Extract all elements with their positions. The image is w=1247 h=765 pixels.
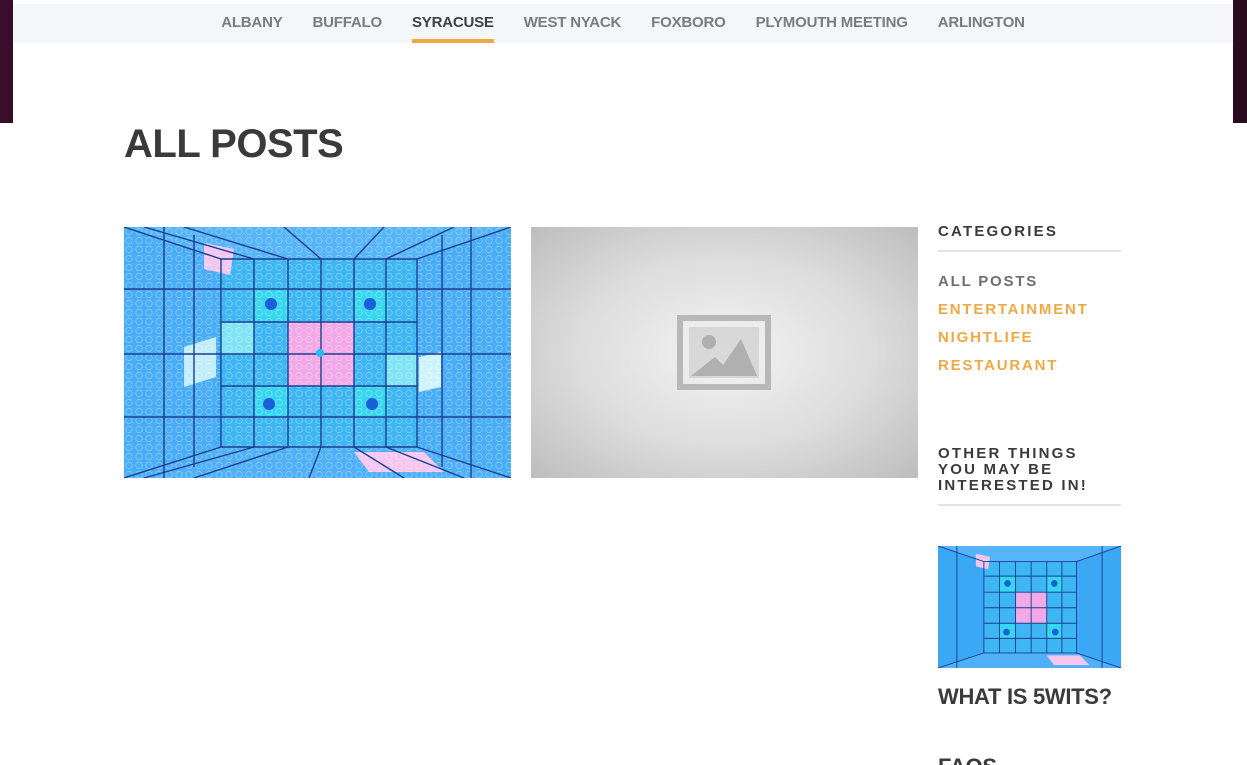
glowing-grid-room-image	[124, 227, 511, 478]
categories-heading: CATEGORIES	[938, 224, 1121, 252]
category-nightlife[interactable]: NIGHTLIFE	[938, 324, 1121, 352]
nav-item-plymouth-meeting[interactable]: PLYMOUTH MEETING	[756, 4, 908, 43]
nav-item-buffalo[interactable]: BUFFALO	[313, 4, 383, 43]
related-post-title-what-is-5wits[interactable]: WHAT IS 5WITS?	[938, 684, 1121, 710]
related-post-title-faqs[interactable]: FAQS	[938, 754, 1121, 765]
nav-item-albany[interactable]: ALBANY	[221, 4, 283, 43]
location-nav: ALBANY BUFFALO SYRACUSE WEST NYACK FOXBO…	[13, 4, 1233, 43]
nav-item-arlington[interactable]: ARLINGTON	[938, 4, 1025, 43]
image-placeholder-icon	[677, 315, 771, 390]
related-heading: OTHER THINGS YOU MAY BE INTERESTED IN!	[938, 446, 1121, 506]
post-card-grid-room[interactable]	[124, 227, 511, 478]
post-card-placeholder[interactable]	[531, 227, 918, 478]
nav-item-west-nyack[interactable]: WEST NYACK	[524, 4, 622, 43]
category-restaurant[interactable]: RESTAURANT	[938, 352, 1121, 380]
category-list: ALL POSTS ENTERTAINMENT NIGHTLIFE RESTAU…	[938, 268, 1121, 380]
category-entertainment[interactable]: ENTERTAINMENT	[938, 296, 1121, 324]
page-title: ALL POSTS	[124, 122, 344, 166]
category-all-posts[interactable]: ALL POSTS	[938, 268, 1121, 296]
related-post-thumbnail[interactable]	[938, 546, 1121, 668]
sidebar: CATEGORIES ALL POSTS ENTERTAINMENT NIGHT…	[938, 224, 1121, 765]
glowing-grid-room-thumbnail	[938, 546, 1121, 668]
nav-item-syracuse[interactable]: SYRACUSE	[411, 4, 494, 43]
nav-item-foxboro[interactable]: FOXBORO	[651, 4, 726, 43]
